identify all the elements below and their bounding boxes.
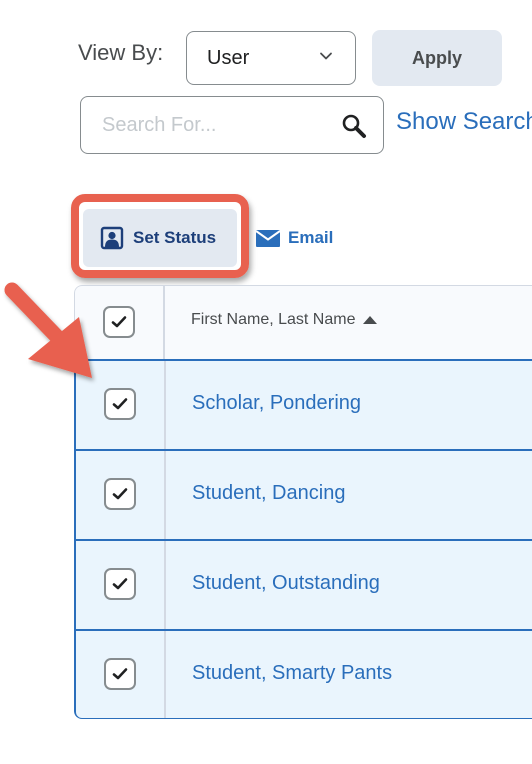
show-search-options-link[interactable]: Show Search	[396, 108, 532, 136]
annotation-arrow-icon	[4, 282, 92, 378]
column-divider	[164, 541, 166, 630]
row-checkbox[interactable]	[104, 388, 136, 420]
email-button[interactable]: Email	[256, 228, 333, 248]
checkmark-icon	[112, 488, 128, 500]
chevron-down-icon	[320, 52, 332, 60]
search-icon[interactable]	[341, 113, 367, 139]
email-label: Email	[288, 228, 334, 247]
checkmark-icon	[112, 668, 128, 680]
users-table: First Name, Last Name Scholar, Pondering…	[74, 285, 532, 719]
user-name-link[interactable]: Student, Outstanding	[192, 572, 380, 595]
view-by-select[interactable]: User	[186, 31, 356, 85]
table-row: Student, Smarty Pants	[74, 629, 532, 719]
checkmark-icon	[111, 316, 127, 328]
table-row: Scholar, Pondering	[74, 359, 532, 450]
row-checkbox[interactable]	[104, 658, 136, 690]
user-name-link[interactable]: Student, Smarty Pants	[192, 662, 392, 685]
checkmark-icon	[112, 578, 128, 590]
search-box	[80, 96, 384, 154]
apply-button[interactable]: Apply	[372, 30, 502, 86]
search-input[interactable]	[100, 110, 340, 140]
column-divider	[164, 361, 166, 450]
table-header: First Name, Last Name	[74, 285, 532, 359]
column-header-label: First Name, Last Name	[191, 311, 356, 328]
row-checkbox[interactable]	[104, 568, 136, 600]
sort-ascending-icon	[363, 316, 378, 324]
user-name-link[interactable]: Scholar, Pondering	[192, 392, 361, 415]
user-name-link[interactable]: Student, Dancing	[192, 482, 345, 505]
checkmark-icon	[112, 398, 128, 410]
view-by-selected-value: User	[207, 46, 250, 69]
table-row: Student, Outstanding	[74, 539, 532, 630]
highlight-box	[71, 194, 249, 278]
column-divider	[164, 631, 166, 718]
row-checkbox[interactable]	[104, 478, 136, 510]
table-row: Student, Dancing	[74, 449, 532, 540]
view-by-label: View By:	[78, 40, 164, 65]
column-divider	[163, 286, 165, 359]
column-header-name[interactable]: First Name, Last Name	[191, 311, 378, 329]
envelope-icon	[256, 229, 280, 247]
column-divider	[164, 451, 166, 540]
